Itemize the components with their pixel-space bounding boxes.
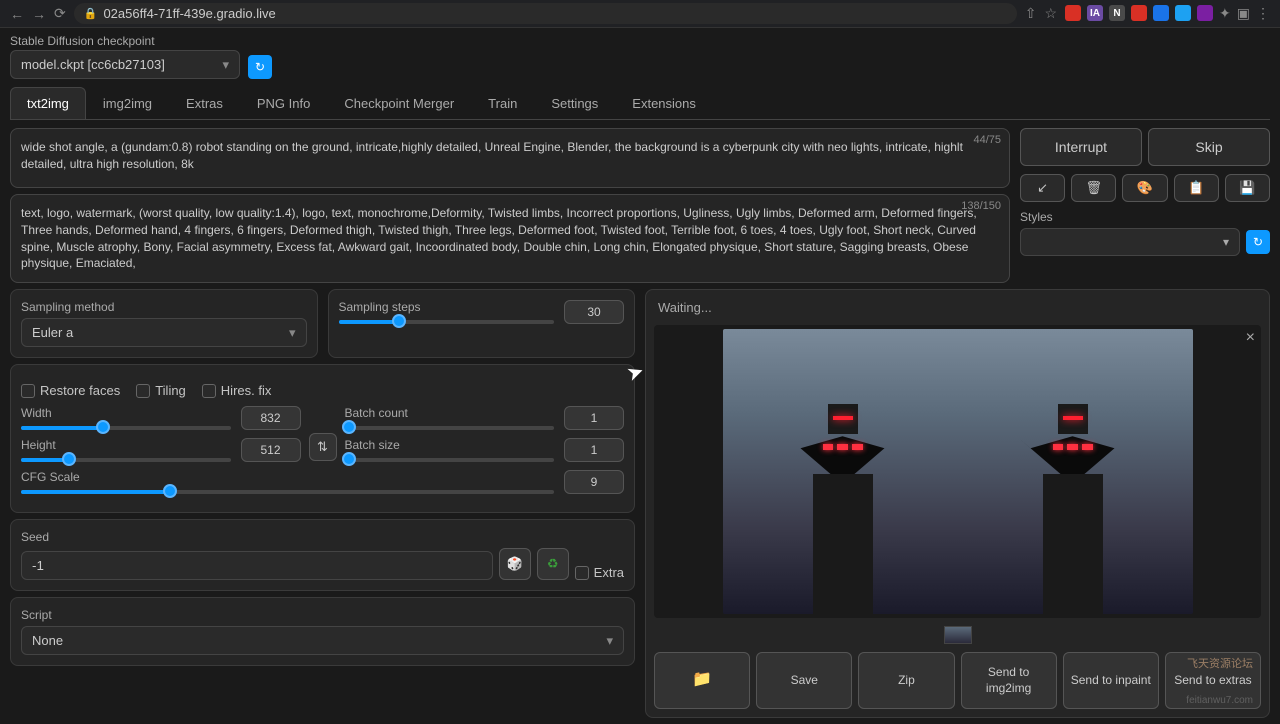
ext-icon[interactable] [1197,5,1213,21]
url-text: 02a56ff4-71ff-439e.gradio.live [103,6,275,21]
send-extras-button[interactable]: Send to extras [1165,652,1261,709]
arrow-icon[interactable]: ↙ [1020,174,1065,202]
sampling-method-label: Sampling method [21,300,307,314]
back-button[interactable]: ← [10,6,24,22]
refresh-checkpoint-button[interactable]: ↻ [248,55,272,79]
status-text: Waiting... [654,298,1261,317]
checkpoint-label: Stable Diffusion checkpoint [10,34,240,48]
main-tabs: txt2img img2img Extras PNG Info Checkpoi… [10,87,1270,120]
tab-img2img[interactable]: img2img [86,87,169,119]
puzzle-icon[interactable]: ✦ [1219,5,1231,22]
ext-icon[interactable] [1153,5,1169,21]
tab-extensions[interactable]: Extensions [615,87,713,119]
cfg-input[interactable] [564,470,624,494]
width-slider[interactable] [21,426,231,430]
share-icon[interactable]: ⇧ [1025,5,1037,22]
result-image-container: × [654,325,1261,618]
lock-icon: 🔒 [84,7,98,20]
save-style-icon[interactable]: 💾 [1225,174,1270,202]
ext-icon[interactable] [1175,5,1191,21]
forward-button[interactable]: → [32,6,46,22]
tab-extras[interactable]: Extras [169,87,240,119]
tiling-check[interactable]: Tiling [136,383,186,398]
batch-size-input[interactable] [564,438,624,462]
width-input[interactable] [241,406,301,430]
reload-button[interactable]: ⟳ [54,5,66,22]
ext-icon[interactable] [1131,5,1147,21]
checkpoint-select[interactable]: model.ckpt [cc6cb27103] [10,50,240,79]
batch-count-label: Batch count [345,406,555,420]
send-inpaint-button[interactable]: Send to inpaint [1063,652,1159,709]
extra-seed-check[interactable]: Extra [575,565,624,580]
batch-count-input[interactable] [564,406,624,430]
ext-icon[interactable]: N [1109,5,1125,21]
star-icon[interactable]: ☆ [1044,5,1057,22]
trash-icon[interactable]: 🗑 [1071,174,1116,202]
interrupt-button[interactable]: Interrupt [1020,128,1142,166]
url-bar[interactable]: 🔒 02a56ff4-71ff-439e.gradio.live [74,3,1017,24]
batch-count-slider[interactable] [345,426,555,430]
cfg-slider[interactable] [21,490,554,494]
script-select[interactable]: None [21,626,624,655]
ext-icon[interactable]: IA [1087,5,1103,21]
tab-pnginfo[interactable]: PNG Info [240,87,327,119]
hires-fix-check[interactable]: Hires. fix [202,383,272,398]
thumbnail[interactable] [944,626,972,644]
result-image[interactable] [723,329,1193,614]
folder-icon: 📁 [692,671,712,688]
extension-icons: IA N ✦ ▣ ⋮ [1065,5,1270,22]
restore-faces-check[interactable]: Restore faces [21,383,120,398]
height-label: Height [21,438,231,452]
random-seed-button[interactable]: 🎲 [499,548,531,580]
save-button[interactable]: Save [756,652,852,709]
swap-dims-button[interactable]: ⇅ [309,433,337,461]
cfg-label: CFG Scale [21,470,554,484]
apply-style-button[interactable]: ↻ [1246,230,1270,254]
styles-select[interactable] [1020,228,1240,256]
sampling-steps-input[interactable] [564,300,624,324]
seed-label: Seed [21,530,624,544]
negative-prompt-input[interactable]: 138/150 text, logo, watermark, (worst qu… [10,194,1010,283]
prompt-input[interactable]: 44/75 wide shot angle, a (gundam:0.8) ro… [10,128,1010,188]
panel-icon[interactable]: ▣ [1237,5,1250,22]
reuse-seed-button[interactable]: ♻ [537,548,569,580]
sampling-method-select[interactable]: Euler a [21,318,307,347]
sampling-steps-label: Sampling steps [339,300,555,314]
height-input[interactable] [241,438,301,462]
tab-checkpoint-merger[interactable]: Checkpoint Merger [327,87,471,119]
style-icon[interactable]: 🎨 [1122,174,1167,202]
skip-button[interactable]: Skip [1148,128,1270,166]
script-label: Script [21,608,624,622]
height-slider[interactable] [21,458,231,462]
tab-train[interactable]: Train [471,87,534,119]
tab-txt2img[interactable]: txt2img [10,87,86,119]
batch-size-slider[interactable] [345,458,555,462]
send-img2img-button[interactable]: Send to img2img [961,652,1057,709]
ext-icon[interactable] [1065,5,1081,21]
sampling-steps-slider[interactable] [339,320,555,324]
seed-input[interactable] [21,551,493,580]
close-icon[interactable]: × [1246,329,1255,347]
width-label: Width [21,406,231,420]
tab-settings[interactable]: Settings [534,87,615,119]
prompt-token-count: 44/75 [973,133,1001,148]
neg-prompt-token-count: 138/150 [961,199,1001,214]
clipboard-icon[interactable]: 📋 [1174,174,1219,202]
batch-size-label: Batch size [345,438,555,452]
zip-button[interactable]: Zip [858,652,954,709]
open-folder-button[interactable]: 📁 [654,652,750,709]
menu-icon[interactable]: ⋮ [1256,5,1270,22]
styles-label: Styles [1020,210,1270,224]
